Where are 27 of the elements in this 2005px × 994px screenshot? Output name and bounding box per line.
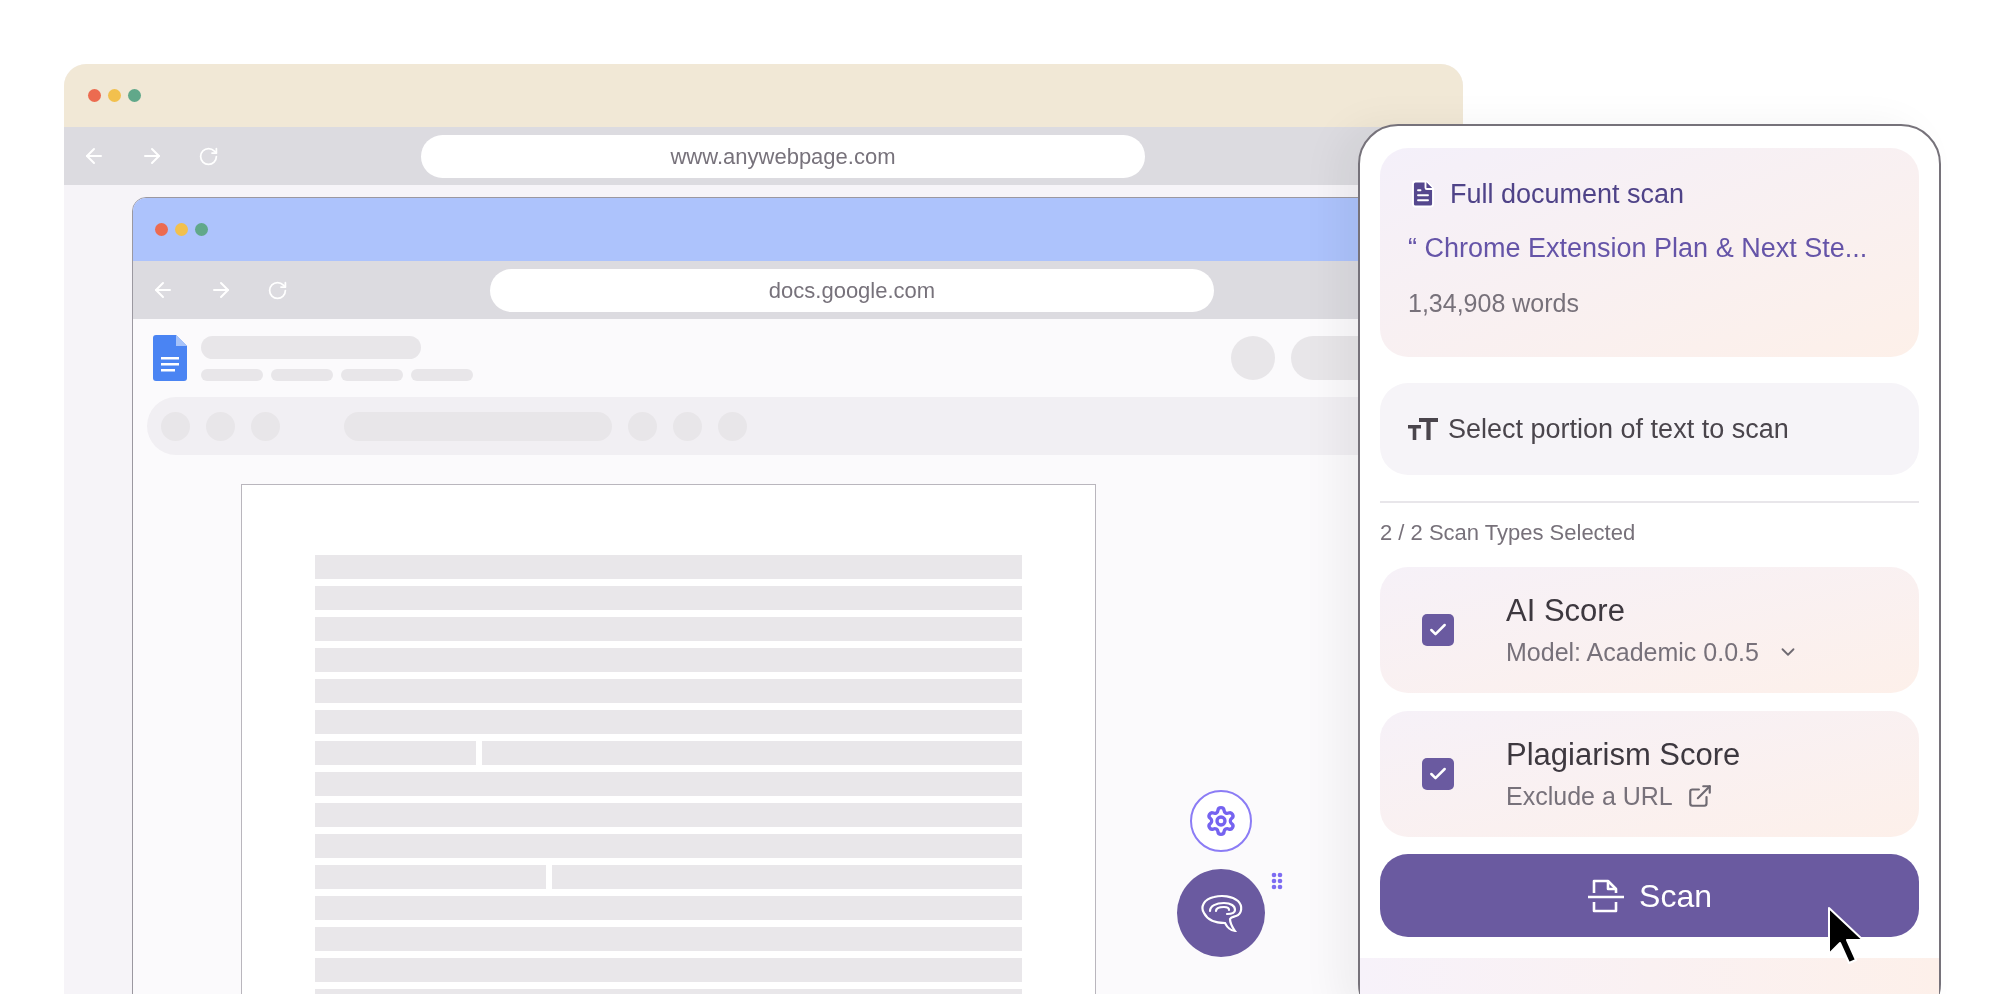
- scan-type-option[interactable]: Model: Academic 0.0.5: [1506, 635, 1759, 669]
- address-bar[interactable]: www.anywebpage.com: [421, 134, 1145, 178]
- document-title: “ Chrome Extension Plan & Next Ste...: [1408, 232, 1869, 265]
- word-count: 1,34,908 words: [1408, 288, 1580, 319]
- scan-button[interactable]: Scan: [1380, 854, 1919, 937]
- scan-type-title: AI Score: [1506, 592, 1626, 630]
- text-size-icon: [1408, 417, 1438, 441]
- card-title: Full document scan: [1450, 178, 1685, 211]
- scan-types-label: 2 / 2 Scan Types Selected: [1380, 519, 1637, 547]
- brain-icon: [1198, 893, 1244, 933]
- scan-type-card[interactable]: AI Score Model: Academic 0.0.5: [1380, 567, 1919, 693]
- document-icon: [153, 335, 187, 381]
- reload-icon[interactable]: [267, 279, 288, 301]
- document-scan-icon: [1587, 877, 1626, 914]
- select-text-label: Select portion of text to scan: [1448, 413, 1789, 446]
- address-bar[interactable]: docs.google.com: [490, 268, 1214, 312]
- full-document-card[interactable]: Full document scan “ Chrome Extension Plan & Next Ste... 1,34,908 words: [1380, 148, 1919, 357]
- drag-handle-icon[interactable]: [1271, 872, 1283, 890]
- reload-icon[interactable]: [198, 145, 219, 167]
- scan-type-option[interactable]: Exclude a URL: [1506, 779, 1673, 813]
- external-link-icon[interactable]: [1686, 783, 1713, 809]
- scan-type-title: Plagiarism Score: [1506, 736, 1741, 774]
- checkbox[interactable]: [1422, 758, 1454, 790]
- select-text-card[interactable]: Select portion of text to scan: [1380, 383, 1919, 475]
- gear-icon: [1205, 805, 1237, 837]
- checkbox[interactable]: [1422, 614, 1454, 646]
- scan-type-card[interactable]: Plagiarism Score Exclude a URL: [1380, 711, 1919, 837]
